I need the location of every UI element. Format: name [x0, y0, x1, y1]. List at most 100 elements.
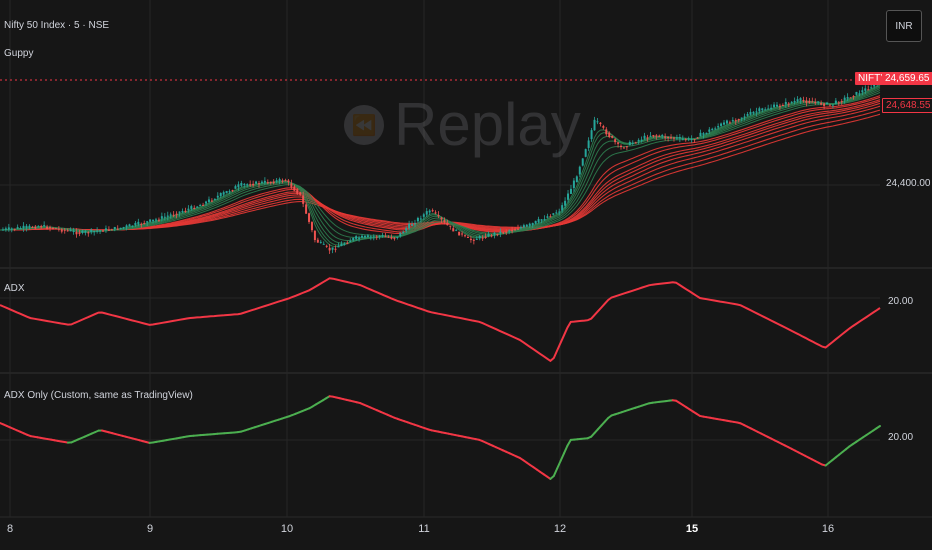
- candle-body: [252, 183, 255, 186]
- candle-body: [313, 230, 316, 241]
- time-axis-label: 10: [281, 523, 293, 535]
- candle-body: [361, 235, 364, 238]
- candle-body: [487, 234, 490, 237]
- candle-body: [605, 129, 608, 135]
- candle-body: [805, 100, 808, 103]
- candle-body: [4, 228, 7, 230]
- candle-body: [578, 166, 581, 175]
- candle-body: [770, 107, 773, 109]
- candle-body: [631, 142, 634, 144]
- candle-body: [187, 208, 190, 210]
- candle-body: [134, 222, 137, 226]
- candle-body: [870, 87, 873, 89]
- candle-body: [110, 229, 113, 231]
- candle-body: [855, 91, 858, 95]
- candle-body: [611, 135, 614, 138]
- candle-body: [146, 221, 149, 223]
- candle-body: [808, 101, 811, 103]
- candle-body: [51, 227, 54, 229]
- candle-body: [667, 136, 670, 139]
- candle-body: [820, 103, 823, 105]
- candle-body: [752, 111, 755, 114]
- candle-body: [328, 247, 331, 251]
- candle-body: [16, 227, 19, 229]
- candle-body: [7, 227, 10, 230]
- candle-body: [675, 137, 678, 139]
- candle-body: [84, 231, 87, 233]
- candle-body: [352, 237, 355, 241]
- candle-body: [113, 226, 116, 230]
- rewind-icon: ⏪: [344, 104, 384, 145]
- candle-body: [840, 101, 843, 103]
- candle-body: [634, 142, 637, 144]
- candle-body: [590, 130, 593, 140]
- candle-body: [366, 235, 369, 238]
- candle-body: [672, 137, 675, 139]
- candle-body: [858, 93, 861, 95]
- candle-body: [640, 139, 643, 141]
- candle-body: [249, 184, 252, 186]
- adx-custom-pane-title[interactable]: ADX Only (Custom, same as TradingView): [4, 390, 193, 401]
- candle-body: [587, 140, 590, 148]
- candle-body: [761, 108, 764, 111]
- candle-body: [131, 225, 134, 227]
- currency-button[interactable]: INR: [886, 10, 922, 42]
- candle-body: [43, 225, 46, 227]
- candle-body: [834, 100, 837, 104]
- candle-body: [284, 180, 287, 182]
- candle-body: [396, 237, 399, 239]
- candle-body: [72, 230, 75, 232]
- candle-body: [528, 223, 531, 226]
- candle-body: [260, 181, 263, 183]
- candle-body: [116, 228, 119, 230]
- candle-body: [87, 232, 90, 234]
- candle-body: [375, 236, 378, 238]
- candle-body: [687, 138, 690, 140]
- candle-body: [358, 237, 361, 239]
- candle-body: [157, 219, 160, 221]
- candle-body: [472, 239, 475, 241]
- candle-body: [13, 228, 16, 230]
- candle-body: [34, 226, 37, 229]
- candle-body: [493, 232, 496, 235]
- candle-body: [702, 133, 705, 135]
- candle-body: [175, 213, 178, 215]
- candle-body: [581, 158, 584, 166]
- replay-watermark: ⏪ Replay: [344, 90, 581, 159]
- candle-body: [649, 135, 652, 137]
- candle-body: [572, 180, 575, 189]
- adx-pane-title[interactable]: ADX: [4, 283, 25, 294]
- indicator-guppy-label[interactable]: Guppy: [4, 48, 33, 59]
- candle-body: [263, 180, 266, 183]
- chart-canvas[interactable]: 8 9 10 11 12 15 16: [0, 0, 932, 550]
- candle-body: [1, 229, 4, 231]
- candle-body: [302, 195, 305, 204]
- candle-body: [346, 243, 349, 245]
- symbol-title: Nifty 50 Index · 5 · NSE: [4, 20, 110, 31]
- candle-body: [755, 111, 758, 113]
- candle-body: [652, 135, 655, 137]
- candle-body: [228, 191, 231, 193]
- candle-body: [811, 101, 814, 103]
- candle-body: [802, 100, 805, 102]
- candle-body: [128, 224, 131, 227]
- candle-body: [305, 204, 308, 214]
- candle-body: [846, 97, 849, 99]
- candle-body: [152, 219, 155, 222]
- candle-body: [499, 231, 502, 234]
- candle-body: [781, 105, 784, 107]
- candle-body: [743, 116, 746, 118]
- candle-body: [308, 213, 311, 222]
- candle-body: [199, 205, 202, 207]
- candle-body: [63, 229, 66, 231]
- candle-body: [861, 90, 864, 93]
- candle-body: [163, 216, 166, 218]
- candle-body: [514, 229, 517, 231]
- candle-body: [75, 231, 78, 235]
- candle-body: [519, 227, 522, 229]
- candle-body: [773, 104, 776, 108]
- time-axis-label: 16: [822, 523, 834, 535]
- candle-body: [711, 128, 714, 131]
- candle-body: [552, 213, 555, 215]
- candle-body: [343, 243, 346, 245]
